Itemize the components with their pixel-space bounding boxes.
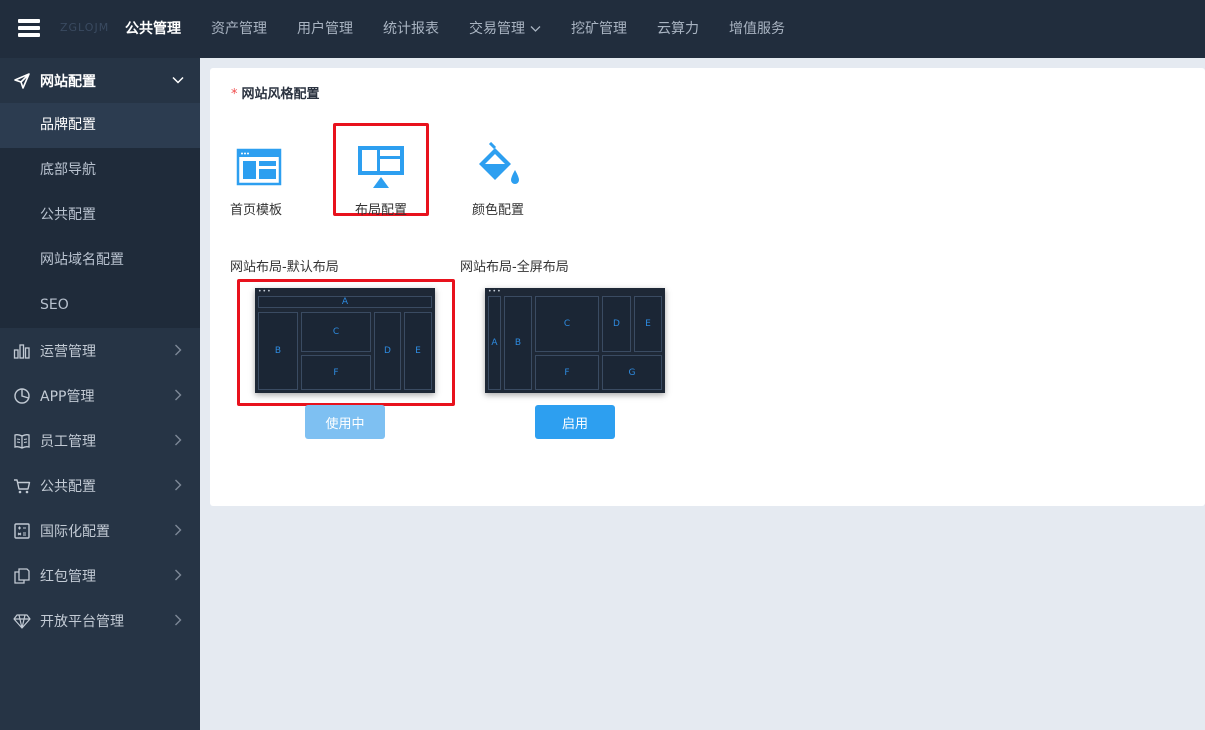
tile-label: 颜色配置 xyxy=(471,203,524,218)
topnav-item-users[interactable]: 用户管理 xyxy=(282,0,368,58)
copy-icon xyxy=(12,566,32,586)
sidebar-group-label: 网站配置 xyxy=(40,73,96,90)
chevron-down-icon xyxy=(170,72,186,88)
sidebar-group-red-packet[interactable]: 红包管理 xyxy=(0,553,200,598)
sidebar-group-label: 员工管理 xyxy=(40,433,96,450)
layout-fullscreen-title: 网站布局-全屏布局 xyxy=(460,260,569,275)
chevron-right-icon xyxy=(170,432,186,448)
paint-bucket-icon xyxy=(450,136,546,188)
sidebar-group-label: 公共配置 xyxy=(40,478,96,495)
cart-icon xyxy=(12,476,32,496)
book-icon xyxy=(12,431,32,451)
preview-block: D xyxy=(374,312,401,390)
preview-block: E xyxy=(404,312,432,390)
chevron-right-icon xyxy=(170,612,186,628)
chevron-right-icon xyxy=(170,567,186,583)
section-title-text: 网站风格配置 xyxy=(241,87,320,102)
sidebar-group-label: 运营管理 xyxy=(40,343,96,360)
tile-layout-config[interactable]: 布局配置 xyxy=(333,136,429,228)
preview-block: E xyxy=(634,296,662,352)
paper-plane-icon xyxy=(12,71,32,91)
layout-monitor-icon xyxy=(333,136,429,188)
topnav-item-cloud[interactable]: 云算力 xyxy=(642,0,714,58)
homepage-template-icon xyxy=(211,136,307,188)
sidebar: 网站配置 品牌配置 底部导航 公共配置 网站域名配置 SEO 运营管理 APP管… xyxy=(0,58,200,730)
sidebar-group-label: 开放平台管理 xyxy=(40,613,124,630)
sidebar-item-brand-config[interactable]: 品牌配置 xyxy=(0,103,200,148)
preview-block: F xyxy=(535,355,599,390)
topnav-item-reports[interactable]: 统计报表 xyxy=(368,0,454,58)
chevron-right-icon xyxy=(170,387,186,403)
chevron-down-icon xyxy=(530,26,541,32)
calculator-icon xyxy=(12,521,32,541)
section-title: * 网站风格配置 xyxy=(231,83,320,102)
topnav-item-value-added[interactable]: 增值服务 xyxy=(714,0,800,58)
sidebar-item-seo[interactable]: SEO xyxy=(0,283,200,328)
preview-block: G xyxy=(602,355,662,390)
tile-label: 布局配置 xyxy=(354,203,407,218)
layout-default-preview[interactable]: ••• A B C D E F xyxy=(255,288,435,393)
chevron-right-icon xyxy=(170,522,186,538)
bar-chart-icon xyxy=(12,341,32,361)
topnav-item-public[interactable]: 公共管理 xyxy=(110,0,196,58)
topnav-item-assets[interactable]: 资产管理 xyxy=(196,0,282,58)
layout-default-title: 网站布局-默认布局 xyxy=(230,260,339,275)
sidebar-group-label: 国际化配置 xyxy=(40,523,110,540)
preview-block: A xyxy=(488,296,501,390)
preview-block: D xyxy=(602,296,631,352)
logo-text: ZGLOJM xyxy=(60,21,110,34)
sidebar-group-i18n[interactable]: 国际化配置 xyxy=(0,508,200,553)
preview-block: C xyxy=(535,296,599,352)
sidebar-group-public-config[interactable]: 公共配置 xyxy=(0,463,200,508)
sidebar-group-app[interactable]: APP管理 xyxy=(0,373,200,418)
server-stack-icon[interactable] xyxy=(18,19,40,37)
topnav-item-mining[interactable]: 挖矿管理 xyxy=(556,0,642,58)
preview-block: B xyxy=(504,296,532,390)
sidebar-item-public-config[interactable]: 公共配置 xyxy=(0,193,200,238)
layout-fullscreen-preview[interactable]: ••• A B C D E F G xyxy=(485,288,665,393)
chevron-right-icon xyxy=(170,477,186,493)
sidebar-item-footer-nav[interactable]: 底部导航 xyxy=(0,148,200,193)
topnav-item-trade-label: 交易管理 xyxy=(469,21,525,37)
preview-block: A xyxy=(258,296,432,308)
sidebar-group-operations[interactable]: 运营管理 xyxy=(0,328,200,373)
sidebar-group-label: APP管理 xyxy=(40,388,95,405)
tile-color-config[interactable]: 颜色配置 xyxy=(450,136,546,228)
top-bar: ZGLOJM 公共管理 资产管理 用户管理 统计报表 交易管理 挖矿管理 云算力… xyxy=(0,0,1205,58)
diamond-icon xyxy=(12,611,32,631)
top-nav: 公共管理 资产管理 用户管理 统计报表 交易管理 挖矿管理 云算力 增值服务 xyxy=(110,0,800,58)
chevron-right-icon xyxy=(170,342,186,358)
tile-homepage-template[interactable]: 首页模板 xyxy=(211,136,307,228)
preview-block: C xyxy=(301,312,371,352)
enable-button[interactable]: 启用 xyxy=(535,405,615,439)
required-mark: * xyxy=(231,87,238,102)
sidebar-group-site-config[interactable]: 网站配置 xyxy=(0,58,200,103)
sidebar-item-domain-config[interactable]: 网站域名配置 xyxy=(0,238,200,283)
sidebar-group-staff[interactable]: 员工管理 xyxy=(0,418,200,463)
topnav-item-trade[interactable]: 交易管理 xyxy=(454,0,556,58)
preview-block: B xyxy=(258,312,298,390)
style-config-card: * 网站风格配置 首页模板 布局配置 颜色配置 网站布局-默认布局 ••• A … xyxy=(210,68,1205,506)
in-use-button[interactable]: 使用中 xyxy=(305,405,385,439)
tile-label: 首页模板 xyxy=(230,203,283,218)
pie-chart-icon xyxy=(12,386,32,406)
sidebar-group-label: 红包管理 xyxy=(40,568,96,585)
sidebar-group-open-platform[interactable]: 开放平台管理 xyxy=(0,598,200,643)
preview-block: F xyxy=(301,355,371,390)
